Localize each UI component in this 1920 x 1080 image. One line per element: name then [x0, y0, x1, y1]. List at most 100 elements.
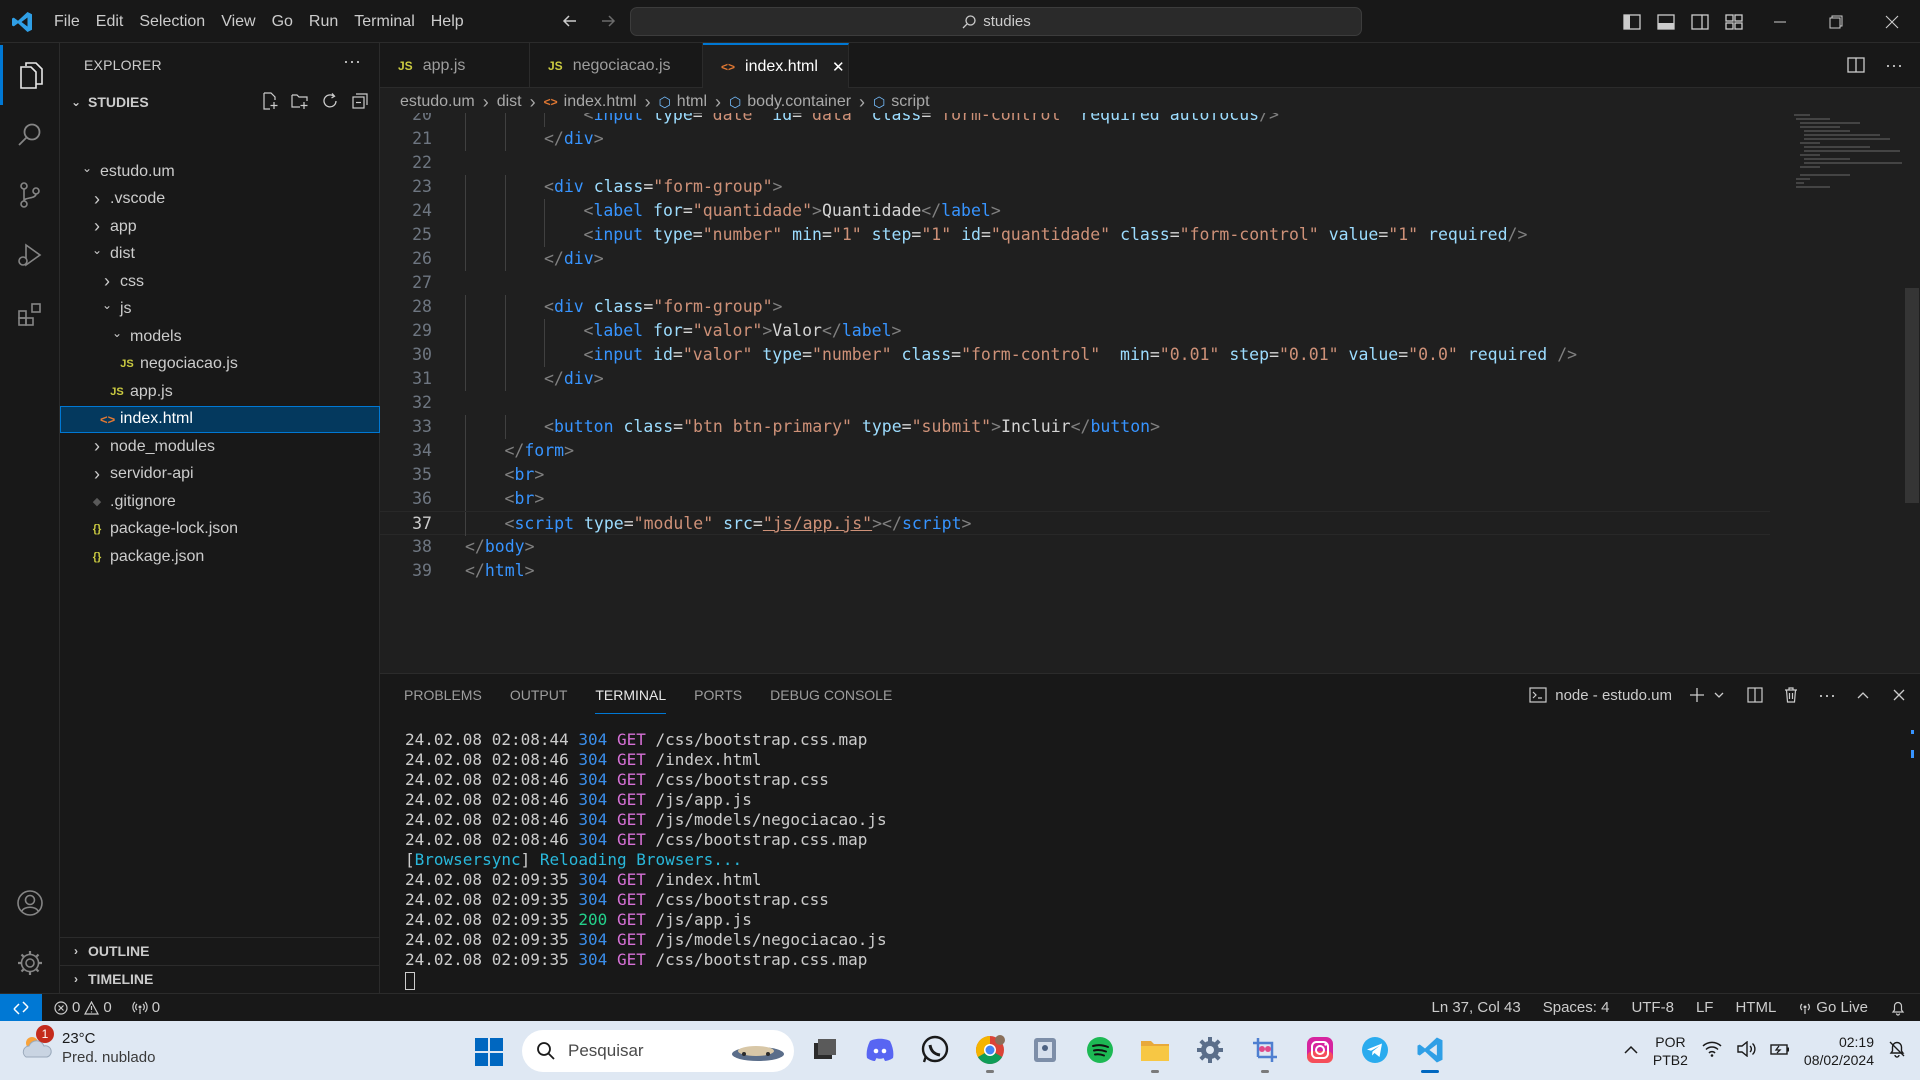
run-debug-activity[interactable]: [0, 225, 60, 285]
source-control-activity[interactable]: [0, 165, 60, 225]
breadcrumb-item[interactable]: <> index.html: [544, 93, 637, 111]
panel-tab-terminal[interactable]: TERMINAL: [595, 684, 667, 714]
forward-arrow-icon[interactable]: [596, 9, 620, 33]
trash-icon[interactable]: [1780, 684, 1802, 706]
search-activity[interactable]: [0, 105, 60, 165]
tree-folder[interactable]: ⌄ models: [60, 323, 380, 351]
panel-tab-output[interactable]: OUTPUT: [510, 684, 568, 714]
terminal-name[interactable]: node - estudo.um: [1555, 687, 1672, 704]
more-actions-icon[interactable]: ···: [1816, 684, 1838, 706]
terminal-prompt[interactable]: [405, 970, 887, 990]
new-terminal-icon[interactable]: [1686, 684, 1708, 706]
more-actions-icon[interactable]: ···: [1882, 53, 1906, 77]
editor-scrollbar[interactable]: [1905, 288, 1919, 503]
tree-file[interactable]: ◆ .gitignore: [60, 488, 380, 516]
go-live-button[interactable]: Go Live: [1798, 999, 1868, 1016]
accounts-activity[interactable]: [0, 873, 60, 933]
photos-app[interactable]: [1025, 1029, 1065, 1071]
spotify-app[interactable]: [1080, 1029, 1120, 1071]
command-center-search[interactable]: studies: [630, 7, 1362, 36]
clock[interactable]: 02:19 08/02/2024: [1804, 1033, 1874, 1069]
code-editor[interactable]: 20 <input type="date" id="data" class="fo…: [380, 113, 1920, 673]
back-arrow-icon[interactable]: [558, 9, 582, 33]
weather-widget[interactable]: 1 23°C Pred. nublado: [20, 1025, 155, 1067]
snipping-tool-app[interactable]: [1245, 1029, 1285, 1073]
toggle-primary-sidebar-icon[interactable]: [1620, 10, 1644, 34]
tree-file[interactable]: JS app.js: [60, 378, 380, 406]
vscode-app[interactable]: [1410, 1029, 1450, 1073]
menu-terminal[interactable]: Terminal: [346, 7, 422, 37]
tree-folder[interactable]: › app: [60, 213, 380, 241]
menu-view[interactable]: View: [213, 7, 263, 37]
settings-app[interactable]: [1190, 1029, 1230, 1071]
menu-selection[interactable]: Selection: [131, 7, 213, 37]
extensions-activity[interactable]: [0, 285, 60, 345]
task-view-app[interactable]: [805, 1029, 845, 1071]
new-file-icon[interactable]: [259, 90, 281, 112]
menu-help[interactable]: Help: [423, 7, 472, 37]
tree-folder[interactable]: › node_modules: [60, 433, 380, 461]
collapse-all-icon[interactable]: [349, 90, 371, 112]
breadcrumb-item[interactable]: estudo.um: [400, 93, 475, 111]
tree-file[interactable]: <> index.html: [60, 405, 380, 433]
panel-tab-problems[interactable]: PROBLEMS: [404, 684, 482, 714]
discord-app[interactable]: [860, 1029, 900, 1071]
wifi-icon[interactable]: [1702, 1041, 1722, 1060]
close-icon[interactable]: ✕: [832, 58, 845, 76]
tree-folder[interactable]: › .vscode: [60, 186, 380, 214]
remote-indicator[interactable]: [0, 994, 42, 1021]
toggle-panel-icon[interactable]: [1654, 10, 1678, 34]
tree-folder[interactable]: ⌄ js: [60, 296, 380, 324]
menu-file[interactable]: File: [46, 7, 88, 37]
more-actions-icon[interactable]: ···: [343, 51, 361, 72]
split-terminal-icon[interactable]: [1744, 684, 1766, 706]
tree-folder[interactable]: › css: [60, 268, 380, 296]
chevron-down-icon[interactable]: [1708, 684, 1730, 706]
new-folder-icon[interactable]: [289, 90, 311, 112]
show-hidden-icons-icon[interactable]: [1623, 1043, 1639, 1059]
panel-tab-ports[interactable]: PORTS: [694, 684, 742, 714]
menu-edit[interactable]: Edit: [88, 7, 132, 37]
file-explorer-app[interactable]: [1135, 1029, 1175, 1073]
start-button[interactable]: [474, 1037, 504, 1067]
tree-folder[interactable]: ⌄ estudo.um: [60, 158, 380, 186]
restore-icon[interactable]: [1808, 0, 1864, 43]
encoding[interactable]: UTF-8: [1631, 999, 1674, 1016]
outline-section-header[interactable]: › OUTLINE: [60, 937, 380, 963]
toggle-secondary-sidebar-icon[interactable]: [1688, 10, 1712, 34]
end-of-line[interactable]: LF: [1696, 999, 1714, 1016]
maximize-panel-icon[interactable]: [1852, 684, 1874, 706]
input-language[interactable]: POR PTB2: [1653, 1033, 1688, 1069]
volume-icon[interactable]: [1736, 1040, 1756, 1060]
close-window-icon[interactable]: [1864, 0, 1920, 43]
chrome-app[interactable]: [970, 1029, 1010, 1073]
refresh-icon[interactable]: [319, 90, 341, 112]
notifications-bell[interactable]: [1890, 1000, 1906, 1016]
tree-file[interactable]: JS negociacao.js: [60, 351, 380, 379]
ports-status[interactable]: 0: [131, 999, 160, 1016]
tree-file[interactable]: {} package.json: [60, 543, 380, 571]
panel-tab-debug-console[interactable]: DEBUG CONSOLE: [770, 684, 892, 714]
whatsapp-app[interactable]: [915, 1029, 955, 1071]
breadcrumb-item[interactable]: dist: [497, 93, 522, 111]
close-panel-icon[interactable]: [1888, 684, 1910, 706]
breadcrumb-item[interactable]: ⬡ script: [873, 93, 929, 111]
battery-icon[interactable]: [1770, 1041, 1790, 1060]
cursor-position[interactable]: Ln 37, Col 43: [1431, 999, 1520, 1016]
explorer-activity[interactable]: [0, 45, 60, 105]
tab-index-html[interactable]: <> index.html ✕: [703, 43, 849, 88]
menu-go[interactable]: Go: [264, 7, 301, 37]
indentation[interactable]: Spaces: 4: [1543, 999, 1610, 1016]
minimize-icon[interactable]: [1752, 0, 1808, 43]
tree-file[interactable]: {} package-lock.json: [60, 516, 380, 544]
breadcrumb-item[interactable]: ⬡ html: [659, 93, 707, 111]
manage-activity[interactable]: [0, 933, 60, 993]
menu-run[interactable]: Run: [301, 7, 346, 37]
tree-folder[interactable]: ⌄ dist: [60, 241, 380, 269]
timeline-section-header[interactable]: › TIMELINE: [60, 965, 380, 991]
minimap[interactable]: [1790, 113, 1905, 213]
notification-bell-icon[interactable]: [1888, 1040, 1906, 1061]
tab-app-js[interactable]: JS app.js: [380, 43, 530, 88]
tree-folder[interactable]: › servidor-api: [60, 461, 380, 489]
customize-layout-icon[interactable]: [1722, 10, 1746, 34]
